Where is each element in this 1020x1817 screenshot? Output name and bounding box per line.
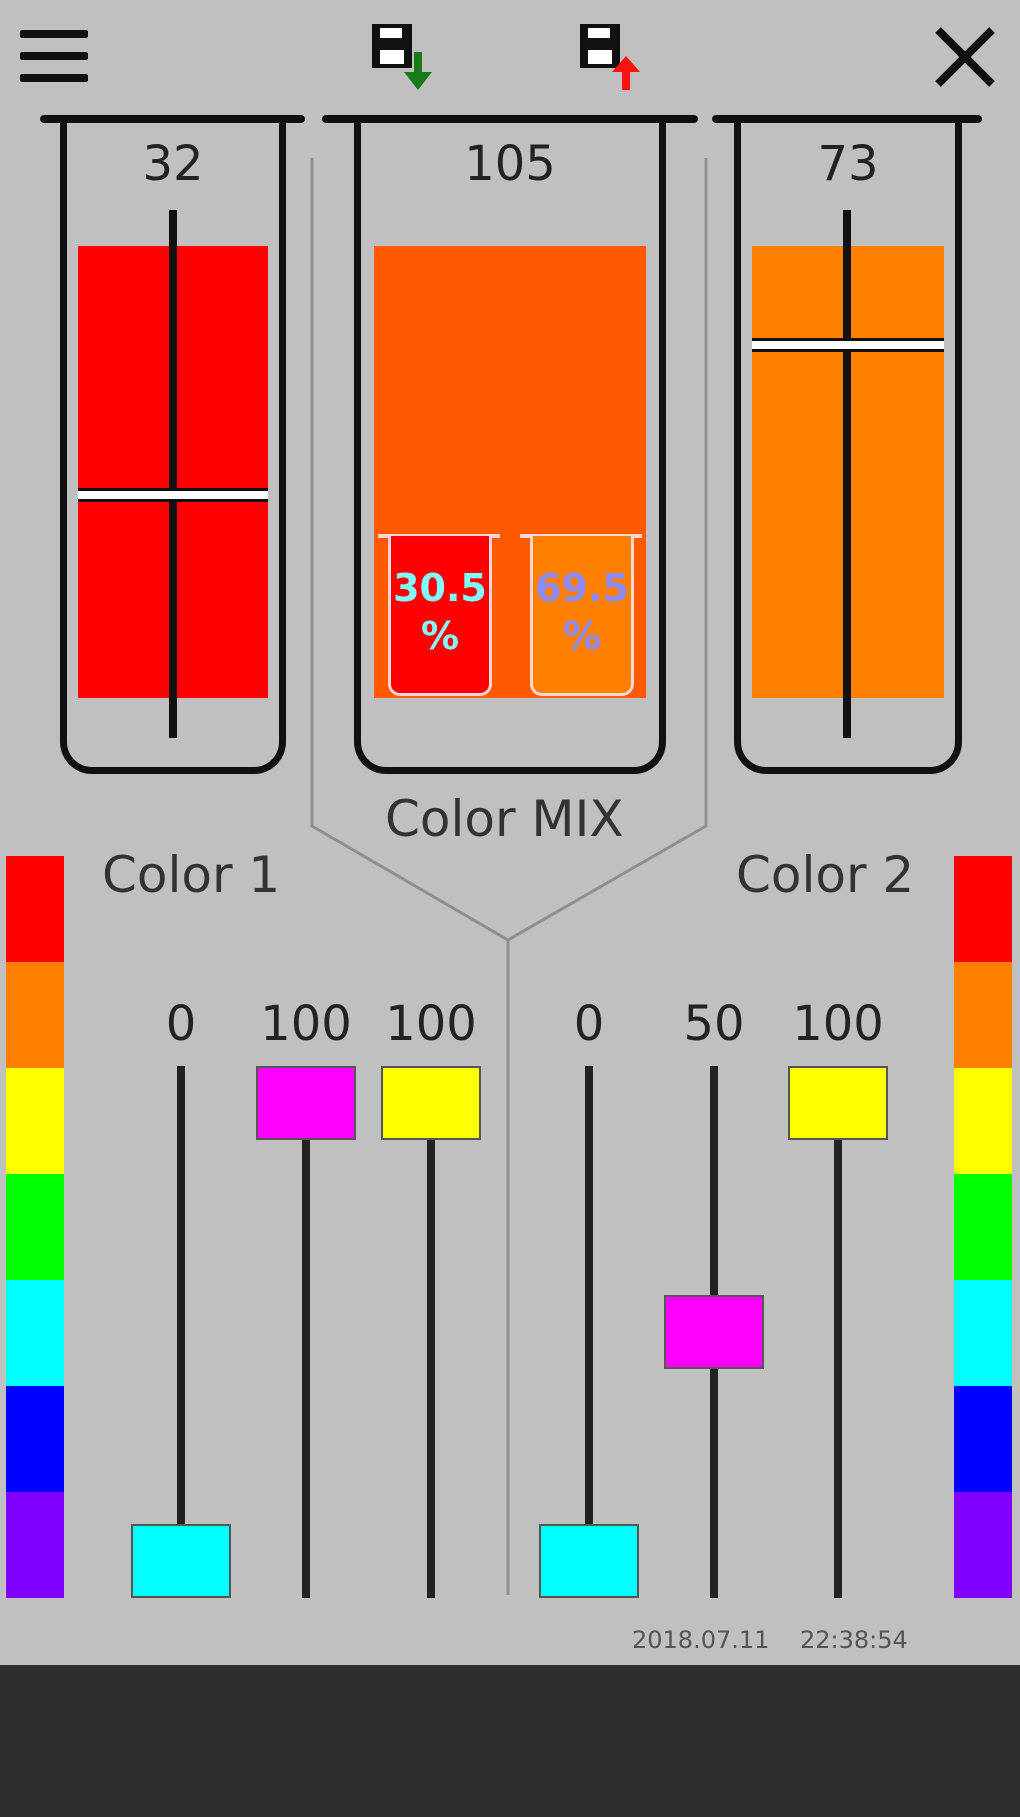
color2-label: Color 2 <box>736 846 915 904</box>
color2-slider-3-track[interactable] <box>834 1066 842 1598</box>
bottom-navigation-bar <box>0 1665 1020 1817</box>
spectrum-segment[interactable] <box>6 1492 64 1598</box>
spectrum-segment[interactable] <box>954 1068 1012 1174</box>
spectrum-segment[interactable] <box>6 856 64 962</box>
spectrum-segment[interactable] <box>6 1386 64 1492</box>
color1-slider-2-thumb[interactable] <box>256 1066 356 1140</box>
color2-slider-1-thumb[interactable] <box>539 1524 639 1598</box>
color2-slider-1-value: 0 <box>573 996 605 1052</box>
color2-slider-2-value: 50 <box>683 996 745 1052</box>
spectrum-segment[interactable] <box>6 1068 64 1174</box>
status-date: 2018.07.11 <box>632 1626 770 1654</box>
color1-slider-1-track[interactable] <box>177 1066 185 1598</box>
spectrum-segment[interactable] <box>954 1386 1012 1492</box>
color2-slider-2-thumb[interactable] <box>664 1295 764 1369</box>
spectrum-segment[interactable] <box>954 1280 1012 1386</box>
spectrum-segment[interactable] <box>6 962 64 1068</box>
color1-slider-1-value: 0 <box>165 996 197 1052</box>
color1-slider-2-value: 100 <box>260 996 352 1052</box>
color-mix-label: Color MIX <box>385 790 624 848</box>
spectrum-segment[interactable] <box>954 856 1012 962</box>
color1-slider-2-track[interactable] <box>302 1066 310 1598</box>
color1-slider-1-thumb[interactable] <box>131 1524 231 1598</box>
spectrum-segment[interactable] <box>954 1174 1012 1280</box>
spectrum-segment[interactable] <box>954 1492 1012 1598</box>
spectrum-segment[interactable] <box>954 962 1012 1068</box>
color2-spectrum-bar[interactable] <box>954 856 1012 1598</box>
color1-slider-3-value: 100 <box>385 996 477 1052</box>
color2-slider-1-track[interactable] <box>585 1066 593 1598</box>
color1-slider-3-thumb[interactable] <box>381 1066 481 1140</box>
spectrum-segment[interactable] <box>6 1174 64 1280</box>
color2-slider-3-thumb[interactable] <box>788 1066 888 1140</box>
status-time: 22:38:54 <box>800 1626 908 1654</box>
color1-slider-3-track[interactable] <box>427 1066 435 1598</box>
color1-label: Color 1 <box>102 846 281 904</box>
color2-slider-3-value: 100 <box>792 996 884 1052</box>
spectrum-segment[interactable] <box>6 1280 64 1386</box>
color1-spectrum-bar[interactable] <box>6 856 64 1598</box>
